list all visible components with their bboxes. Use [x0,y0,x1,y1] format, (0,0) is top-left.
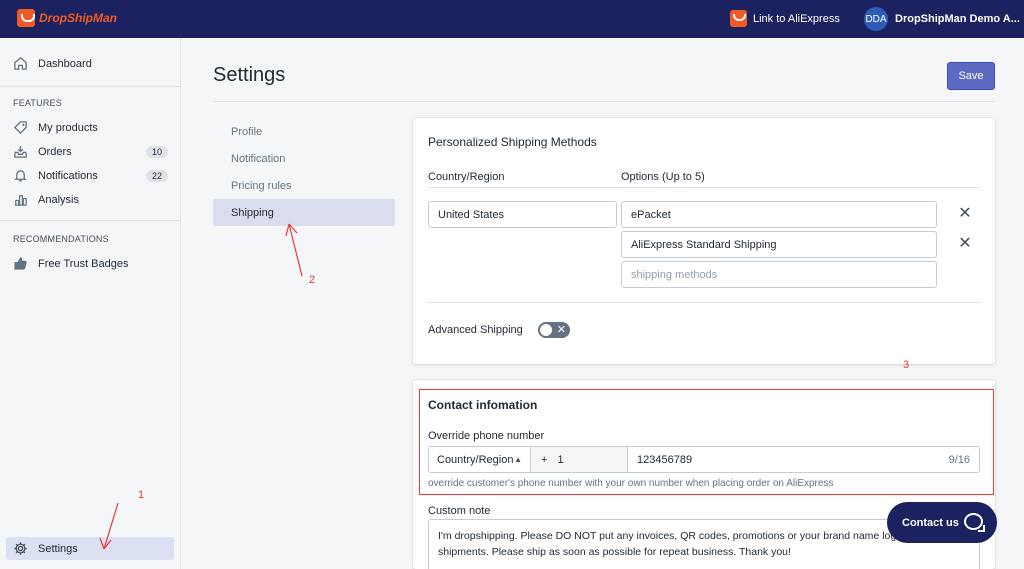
contact-us-label: Contact us [902,516,959,529]
annotation-arrows [99,223,303,550]
chat-bubble-icon [964,513,985,532]
contact-us-button[interactable]: Contact us [887,502,997,543]
